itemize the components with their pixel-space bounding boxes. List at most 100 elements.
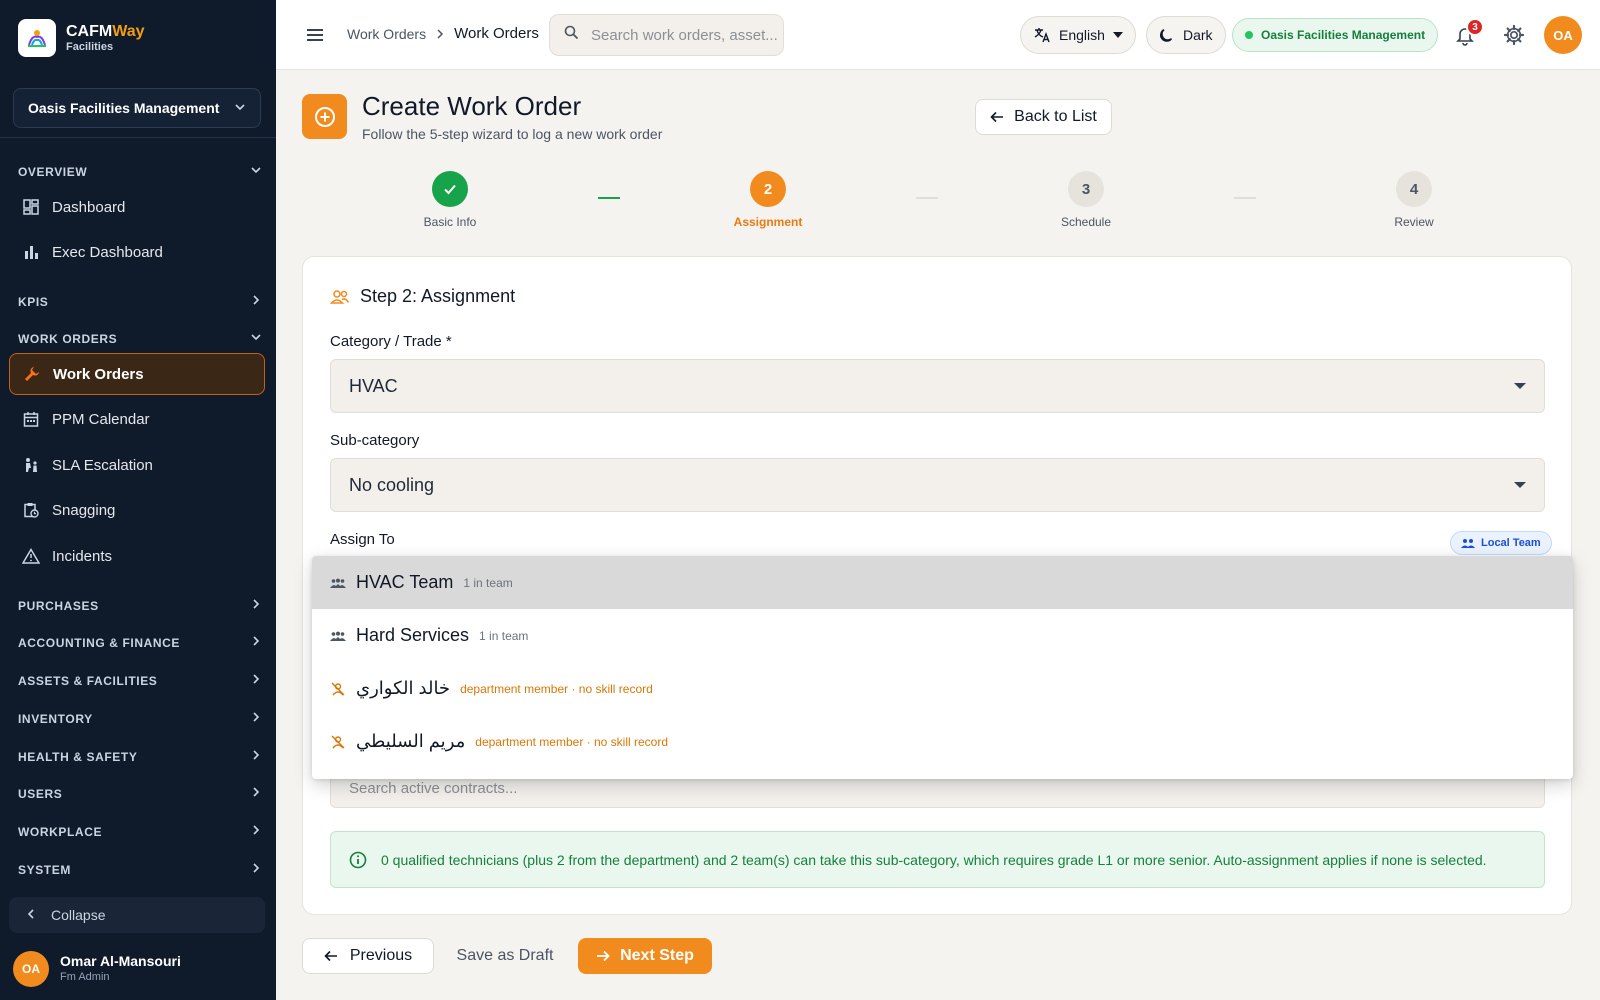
assignment-info-alert: 0 qualified technicians (plus 2 from the… [330, 831, 1545, 888]
category-label: Category / Trade * [330, 333, 452, 350]
escalation-icon [22, 456, 40, 474]
previous-button[interactable]: Previous [302, 938, 434, 974]
group-icon [330, 289, 350, 305]
chevron-right-icon [250, 862, 262, 877]
breadcrumb-item[interactable]: Work Orders [347, 26, 426, 42]
brand-name: CAFMWay [66, 23, 145, 41]
caret-down-icon [1514, 482, 1526, 488]
theme-toggle[interactable]: Dark [1146, 16, 1226, 54]
section-users[interactable]: USERS [18, 786, 262, 801]
step-review[interactable]: 4 Review [1354, 171, 1474, 229]
sidebar-item-snagging[interactable]: Snagging [9, 489, 265, 531]
dashboard-icon [22, 198, 40, 216]
sidebar-item-ppm-calendar[interactable]: PPM Calendar [9, 398, 265, 440]
section-overview[interactable]: OVERVIEW [18, 164, 262, 179]
option-meta: 1 in team [479, 628, 529, 643]
subcategory-label: Sub-category [330, 432, 420, 449]
next-step-button[interactable]: Next Step [578, 938, 712, 974]
option-name: خالد الكواري [356, 678, 451, 698]
bar-chart-icon [22, 243, 40, 261]
arrow-left-icon [990, 110, 1004, 124]
chevron-right-icon [250, 749, 262, 764]
step-assignment[interactable]: 2 Assignment [708, 171, 828, 229]
category-value: HVAC [349, 375, 398, 396]
org-select[interactable]: Oasis Facilities Management [13, 88, 261, 128]
moon-icon [1159, 27, 1175, 43]
user-off-icon [330, 682, 346, 696]
back-to-list-button[interactable]: Back to List [975, 99, 1112, 135]
option-name: مريم السليطي [356, 731, 466, 751]
chevron-right-icon [250, 711, 262, 726]
sidebar: CAFMWay Facilities Oasis Facilities Mana… [0, 0, 276, 1000]
menu-icon[interactable] [304, 24, 326, 46]
section-kpis[interactable]: KPIS [18, 294, 262, 309]
subcategory-value: No cooling [349, 474, 435, 495]
sidebar-item-work-orders[interactable]: Work Orders [9, 353, 265, 395]
option-name: HVAC Team [356, 572, 454, 592]
check-icon [432, 171, 468, 207]
dropdown-option[interactable]: مريم السليطي department member · no skil… [312, 715, 1573, 768]
add-circle-icon [302, 94, 347, 139]
dropdown-option[interactable]: HVAC Team 1 in team [312, 556, 1573, 609]
dropdown-option[interactable]: Hard Services 1 in team [312, 609, 1573, 662]
wrench-icon [23, 365, 41, 383]
chevron-right-icon [435, 26, 445, 42]
search-box[interactable] [549, 14, 784, 56]
sidebar-item-exec-dashboard[interactable]: Exec Dashboard [9, 231, 265, 273]
caret-down-icon [1514, 383, 1526, 389]
language-select[interactable]: English [1020, 16, 1136, 54]
section-inventory[interactable]: INVENTORY [18, 711, 262, 726]
section-work-orders[interactable]: WORK ORDERS [18, 331, 262, 346]
sidebar-item-incidents[interactable]: Incidents [9, 535, 265, 577]
gear-icon[interactable] [1502, 23, 1526, 47]
user-profile[interactable]: OA Omar Al-Mansouri Fm Admin [13, 951, 181, 987]
step-basic-info[interactable]: Basic Info [390, 171, 510, 229]
subcategory-select[interactable]: No cooling [330, 458, 1545, 512]
chevron-left-icon [25, 907, 37, 923]
arrow-right-icon [596, 949, 610, 963]
breadcrumb-current: Work Orders [454, 25, 539, 42]
search-icon [564, 25, 579, 45]
group-icon [330, 631, 346, 641]
dropdown-option[interactable]: خالد الكواري department member · no skil… [312, 662, 1573, 715]
chevron-right-icon [250, 673, 262, 688]
arrow-left-icon [324, 949, 338, 963]
chevron-right-icon [250, 598, 262, 613]
step-number: 3 [1068, 171, 1104, 207]
option-meta: 1 in team [463, 575, 513, 590]
chevron-right-icon [250, 635, 262, 650]
assign-to-dropdown: HVAC Team 1 in team Hard Services 1 in t… [312, 556, 1573, 779]
info-icon [349, 851, 367, 869]
category-select[interactable]: HVAC [330, 359, 1545, 413]
translate-icon [1033, 26, 1051, 44]
org-select-label: Oasis Facilities Management [28, 100, 220, 116]
section-system[interactable]: SYSTEM [18, 862, 262, 877]
section-accounting[interactable]: ACCOUNTING & FINANCE [18, 635, 262, 650]
step-label: Basic Info [423, 215, 477, 229]
section-health-safety[interactable]: HEALTH & SAFETY [18, 749, 262, 764]
step-schedule[interactable]: 3 Schedule [1026, 171, 1146, 229]
clipboard-clock-icon [22, 501, 40, 519]
sidebar-item-dashboard[interactable]: Dashboard [9, 186, 265, 228]
section-purchases[interactable]: PURCHASES [18, 598, 262, 613]
avatar[interactable]: OA [1544, 16, 1582, 54]
step-label: Review [1394, 215, 1434, 229]
chevron-right-icon [250, 786, 262, 801]
section-workplace[interactable]: WORKPLACE [18, 824, 262, 839]
calendar-icon [22, 410, 40, 428]
collapse-button[interactable]: Collapse [9, 897, 265, 933]
user-role: Fm Admin [60, 970, 110, 983]
section-assets[interactable]: ASSETS & FACILITIES [18, 673, 262, 688]
option-meta: department member · no skill record [460, 681, 653, 696]
step-connector [916, 197, 938, 199]
save-draft-button[interactable]: Save as Draft [452, 938, 558, 974]
brand[interactable]: CAFMWay Facilities [18, 19, 145, 57]
status-dot [1245, 31, 1253, 39]
caret-down-icon [1112, 32, 1123, 38]
search-input[interactable] [591, 26, 781, 44]
chevron-down-icon [234, 100, 246, 116]
org-status-badge[interactable]: Oasis Facilities Management [1232, 18, 1439, 52]
step-connector [598, 197, 620, 199]
sidebar-item-sla-escalation[interactable]: SLA Escalation [9, 444, 265, 486]
local-team-badge[interactable]: Local Team [1450, 531, 1552, 555]
